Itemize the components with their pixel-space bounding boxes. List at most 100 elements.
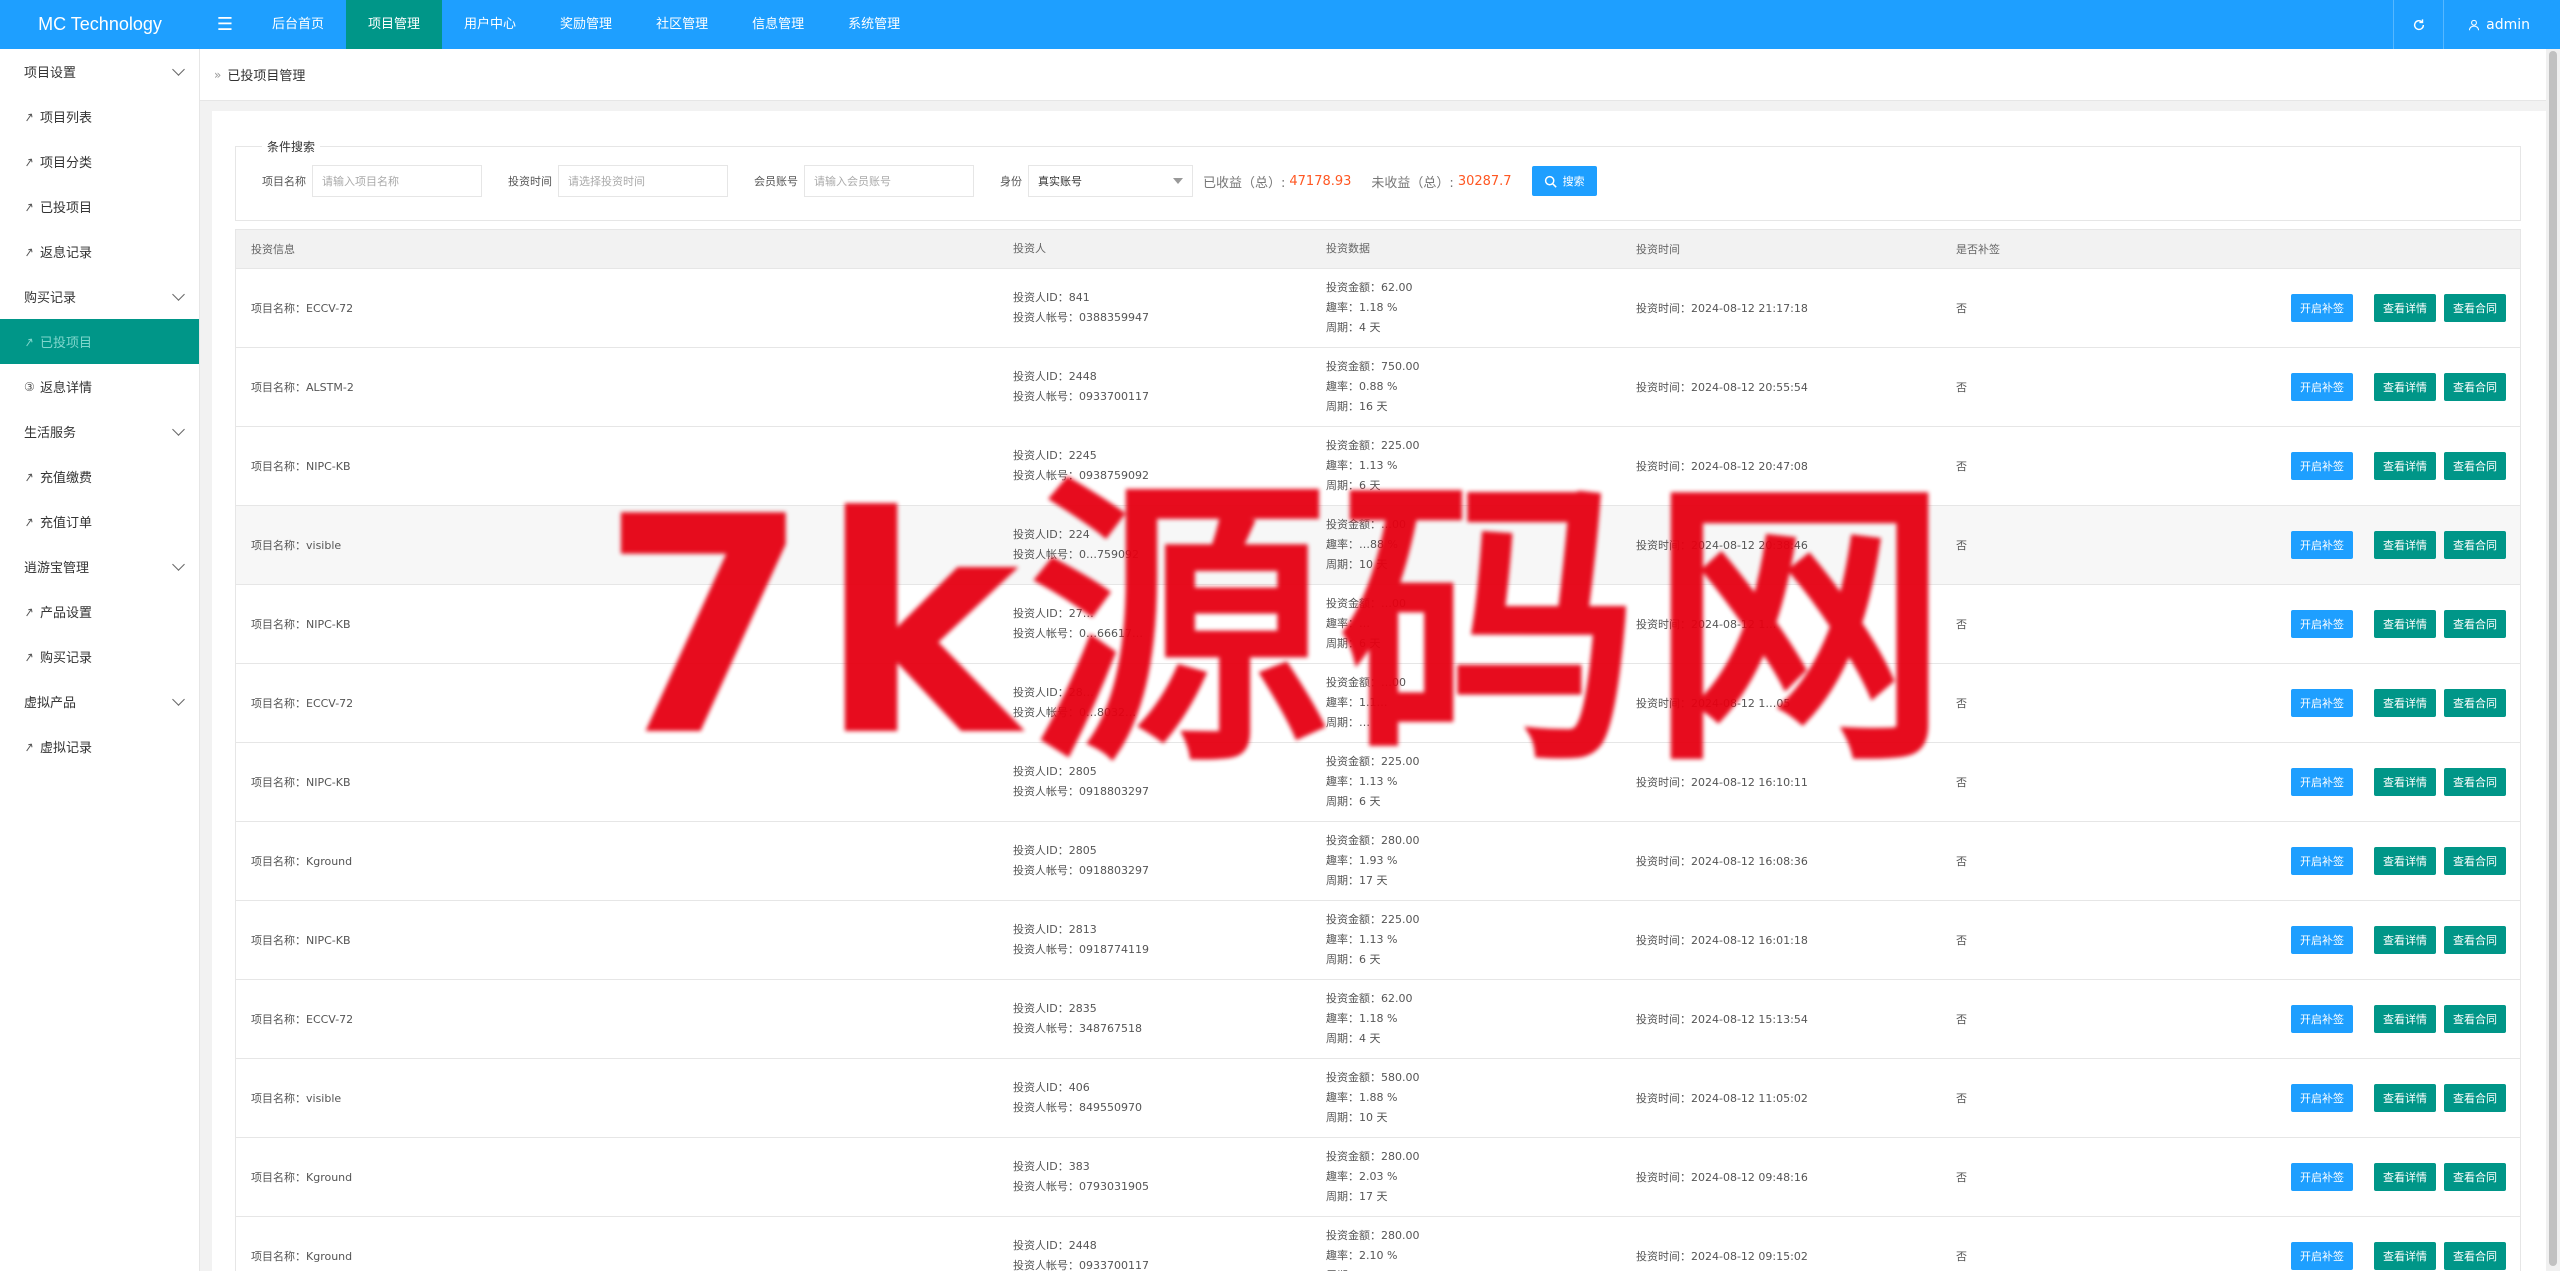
view-contract-button[interactable]: 查看合同 <box>2444 847 2506 875</box>
row-actions: 开启补签 查看详情 查看合同 <box>2046 373 2520 401</box>
sidebar-item[interactable]: ↗ 充值缴费 <box>0 454 199 499</box>
scrollbar-thumb[interactable] <box>2549 51 2557 1266</box>
enable-resign-button[interactable]: 开启补签 <box>2291 1163 2353 1191</box>
view-detail-button[interactable]: 查看详情 <box>2374 1163 2436 1191</box>
view-detail-button[interactable]: 查看详情 <box>2374 1242 2436 1270</box>
invest-time-input[interactable] <box>558 165 728 197</box>
user-menu[interactable]: admin <box>2443 0 2560 49</box>
view-detail-button[interactable]: 查看详情 <box>2374 294 2436 322</box>
investment-time-cell: 投资时间：2024-08-12 09:15:02 <box>1636 1250 1808 1263</box>
view-detail-button[interactable]: 查看详情 <box>2374 531 2436 559</box>
topnav-item[interactable]: 后台首页 <box>250 0 346 49</box>
vertical-scrollbar[interactable] <box>2546 49 2560 1271</box>
sidebar-item[interactable]: ↗ 项目列表 <box>0 94 199 139</box>
view-contract-button[interactable]: 查看合同 <box>2444 610 2506 638</box>
sidebar-group[interactable]: 购买记录 <box>0 274 199 319</box>
enable-resign-button[interactable]: 开启补签 <box>2291 768 2353 796</box>
view-contract-button[interactable]: 查看合同 <box>2444 926 2506 954</box>
sidebar-item[interactable]: ↗ 返息记录 <box>0 229 199 274</box>
investment-rate: 趣率：1.18 % <box>1326 301 1398 314</box>
investment-period: 周期：6 天 <box>1326 953 1381 966</box>
sidebar-item-label: 购买记录 <box>40 651 93 666</box>
view-contract-button[interactable]: 查看合同 <box>2444 689 2506 717</box>
project-name-cell: 项目名称：ECCV-72 <box>251 302 354 315</box>
view-detail-button[interactable]: 查看详情 <box>2374 689 2436 717</box>
view-contract-button[interactable]: 查看合同 <box>2444 531 2506 559</box>
view-contract-button[interactable]: 查看合同 <box>2444 1084 2506 1112</box>
investment-amount: 投资金额：225.00 <box>1326 439 1420 452</box>
sidebar-group[interactable]: 生活服务 <box>0 409 199 454</box>
enable-resign-button[interactable]: 开启补签 <box>2291 294 2353 322</box>
view-detail-button[interactable]: 查看详情 <box>2374 452 2436 480</box>
identity-select[interactable]: 真实账号 <box>1028 165 1193 197</box>
view-contract-button[interactable]: 查看合同 <box>2444 294 2506 322</box>
topnav-item[interactable]: 项目管理 <box>346 0 443 49</box>
investment-amount: 投资金额：280.00 <box>1326 1150 1420 1163</box>
sidebar-group[interactable]: 虚拟产品 <box>0 679 199 724</box>
menu-toggle-icon[interactable]: ☰ <box>200 0 250 49</box>
investor-cell: 投资人ID：28… 投资人帐号：0…8032… <box>1013 683 1326 723</box>
topnav-item[interactable]: 信息管理 <box>730 0 826 49</box>
sidebar-item[interactable]: ↗ 购买记录 <box>0 634 199 679</box>
view-contract-button[interactable]: 查看合同 <box>2444 1005 2506 1033</box>
investor-account: 投资人帐号：0…66617… <box>1013 627 1143 640</box>
sidebar-item[interactable]: ↗ 已投项目 <box>0 184 199 229</box>
sidebar-item-label: 充值订单 <box>40 516 93 531</box>
sidebar-item[interactable]: ↗ 虚拟记录 <box>0 724 199 769</box>
member-account-input[interactable] <box>804 165 974 197</box>
view-detail-button[interactable]: 查看详情 <box>2374 610 2436 638</box>
enable-resign-button[interactable]: 开启补签 <box>2291 1005 2353 1033</box>
view-contract-button[interactable]: 查看合同 <box>2444 1242 2506 1270</box>
sidebar-item[interactable]: ↗ 充值订单 <box>0 499 199 544</box>
sidebar-group[interactable]: 项目设置 <box>0 49 199 94</box>
view-detail-button[interactable]: 查看详情 <box>2374 1084 2436 1112</box>
view-detail-button[interactable]: 查看详情 <box>2374 847 2436 875</box>
project-name-cell: 项目名称：Kground <box>251 1250 353 1263</box>
view-contract-button[interactable]: 查看合同 <box>2444 768 2506 796</box>
enable-resign-button[interactable]: 开启补签 <box>2291 531 2353 559</box>
enable-resign-button[interactable]: 开启补签 <box>2291 689 2353 717</box>
enable-resign-button[interactable]: 开启补签 <box>2291 926 2353 954</box>
sidebar-item[interactable]: ③ 返息详情 <box>0 364 199 409</box>
member-account-label: 会员账号 <box>754 175 798 188</box>
sidebar-item[interactable]: ↗ 已投项目 <box>0 319 199 364</box>
view-detail-button[interactable]: 查看详情 <box>2374 1005 2436 1033</box>
breadcrumb-separator: » <box>214 67 222 82</box>
investment-rate: 趣率：2.03 % <box>1326 1170 1398 1183</box>
enable-resign-button[interactable]: 开启补签 <box>2291 610 2353 638</box>
investment-rate: 趣率：1.13 % <box>1326 775 1398 788</box>
sidebar-item[interactable]: ↗ 产品设置 <box>0 589 199 634</box>
view-detail-button[interactable]: 查看详情 <box>2374 926 2436 954</box>
investor-account: 投资人帐号：0…8032… <box>1013 706 1136 719</box>
enable-resign-button[interactable]: 开启补签 <box>2291 1242 2353 1270</box>
sidebar-group[interactable]: 逍游宝管理 <box>0 544 199 589</box>
sidebar-item-label: 项目分类 <box>40 156 93 171</box>
investor-id: 投资人ID：2448 <box>1013 1239 1097 1252</box>
investor-account: 投资人帐号：0918803297 <box>1013 864 1149 877</box>
enable-resign-button[interactable]: 开启补签 <box>2291 847 2353 875</box>
view-contract-button[interactable]: 查看合同 <box>2444 452 2506 480</box>
project-name-input[interactable] <box>312 165 482 197</box>
topnav-item[interactable]: 系统管理 <box>826 0 922 49</box>
view-contract-button[interactable]: 查看合同 <box>2444 373 2506 401</box>
view-contract-button[interactable]: 查看合同 <box>2444 1163 2506 1191</box>
topnav-item[interactable]: 用户中心 <box>442 0 538 49</box>
investment-amount: 投资金额：225.00 <box>1326 913 1420 926</box>
enable-resign-button[interactable]: 开启补签 <box>2291 1084 2353 1112</box>
investor-account: 投资人帐号：348767518 <box>1013 1022 1142 1035</box>
view-detail-button[interactable]: 查看详情 <box>2374 768 2436 796</box>
enable-resign-button[interactable]: 开启补签 <box>2291 373 2353 401</box>
topnav-item[interactable]: 社区管理 <box>634 0 730 49</box>
table-row: 项目名称：ALSTM-2 投资人ID：2448 投资人帐号：0933700117 投资… <box>236 348 2520 427</box>
topnav-item[interactable]: 奖励管理 <box>538 0 634 49</box>
view-detail-button[interactable]: 查看详情 <box>2374 373 2436 401</box>
investment-rate: 趣率：1.13 % <box>1326 933 1398 946</box>
sidebar-item[interactable]: ↗ 项目分类 <box>0 139 199 184</box>
sidebar-item-label: 产品设置 <box>40 606 93 621</box>
breadcrumb-current[interactable]: 已投项目管理 <box>227 65 305 84</box>
enable-resign-button[interactable]: 开启补签 <box>2291 452 2353 480</box>
refresh-icon[interactable] <box>2393 0 2443 49</box>
search-button[interactable]: 搜索 <box>1531 166 1597 196</box>
investor-cell: 投资人ID：27… 投资人帐号：0…66617… <box>1013 604 1326 644</box>
investor-cell: 投资人ID：2805 投资人帐号：0918803297 <box>1013 841 1326 881</box>
